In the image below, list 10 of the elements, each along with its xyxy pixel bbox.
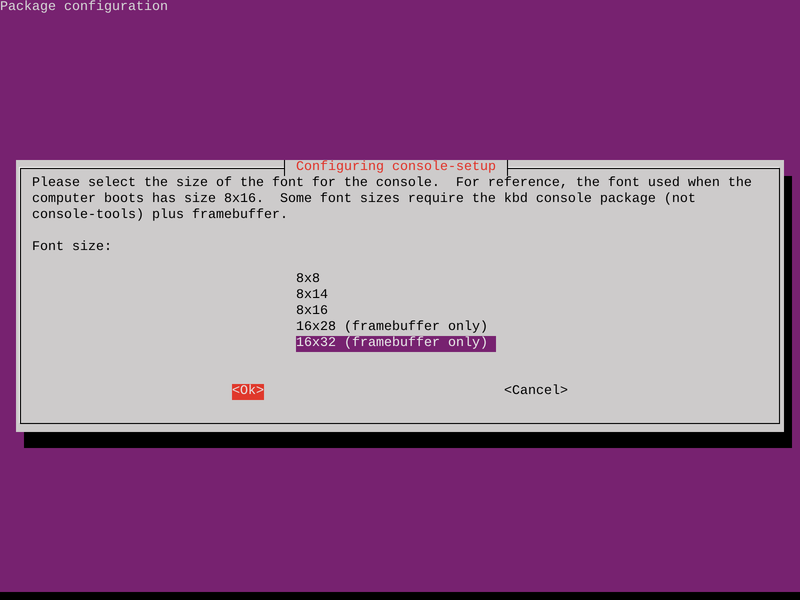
dialog-title: Configuring console-setup (284, 160, 508, 176)
dialog-description: Please select the size of the font for the console. For reference, the font used when the computer boots has size 8x16. Some font sizes require the kbd console package (not console-tools) plus framebuffer. (32, 176, 753, 224)
font-size-option[interactable]: 16x28 (framebuffer only) (296, 320, 488, 336)
font-size-option[interactable]: 8x14 (296, 288, 328, 304)
font-size-option[interactable]: 8x8 (296, 272, 320, 288)
font-size-option[interactable]: 8x16 (296, 304, 328, 320)
font-size-option[interactable]: 16x32 (framebuffer only) (296, 336, 496, 352)
cancel-button[interactable]: <Cancel> (504, 384, 568, 400)
screen-title: Package configuration (0, 0, 168, 16)
font-size-label: Font size: (32, 240, 112, 256)
